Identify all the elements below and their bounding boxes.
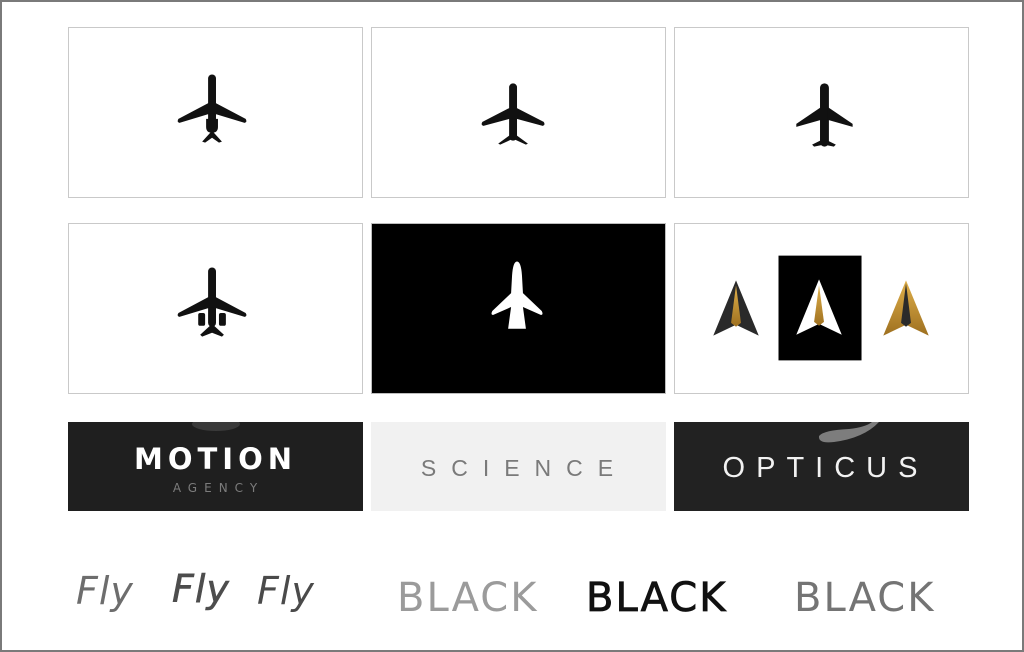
- logo-tile-plane-3[interactable]: [674, 27, 969, 198]
- wordmark-opticus[interactable]: OPTICUS: [674, 422, 969, 511]
- airplane-icon: [796, 83, 853, 147]
- wordmark-motion-agency[interactable]: MOTION AGENCY: [68, 422, 363, 511]
- type-sample-fly-medium: Fly: [172, 567, 230, 611]
- type-sample-black-light: BLACK: [397, 575, 539, 621]
- airplane-icon: [177, 74, 247, 143]
- logo-tile-arrowheads[interactable]: [674, 223, 969, 394]
- airplane-icon: [177, 267, 247, 337]
- type-sample-fly-light: Fly: [76, 569, 134, 613]
- wordmark-science[interactable]: SCIENCE: [371, 422, 666, 511]
- wordmark-title: MOTION: [133, 441, 297, 476]
- wordmark-title: OPTICUS: [722, 452, 929, 484]
- type-sample-black-medium: BLACK: [586, 575, 728, 621]
- airplane-icon: [481, 83, 545, 145]
- arrowhead-icon-gold: [883, 280, 929, 336]
- arrowhead-icon-dark: [713, 280, 759, 336]
- wordmark-title: SCIENCE: [420, 455, 629, 481]
- logo-tile-plane-2[interactable]: [371, 27, 666, 198]
- wordmark-subtitle: AGENCY: [172, 480, 265, 495]
- logo-tile-plane-4[interactable]: [68, 223, 363, 394]
- type-sample-fly-thin: Fly: [257, 569, 315, 613]
- type-sample-black-thin: BLACK: [794, 575, 936, 621]
- arrowhead-icon-group: [713, 255, 929, 361]
- jet-icon: [491, 261, 543, 329]
- logo-tile-plane-1[interactable]: [68, 27, 363, 198]
- logo-tile-jet-inverted[interactable]: [371, 223, 666, 394]
